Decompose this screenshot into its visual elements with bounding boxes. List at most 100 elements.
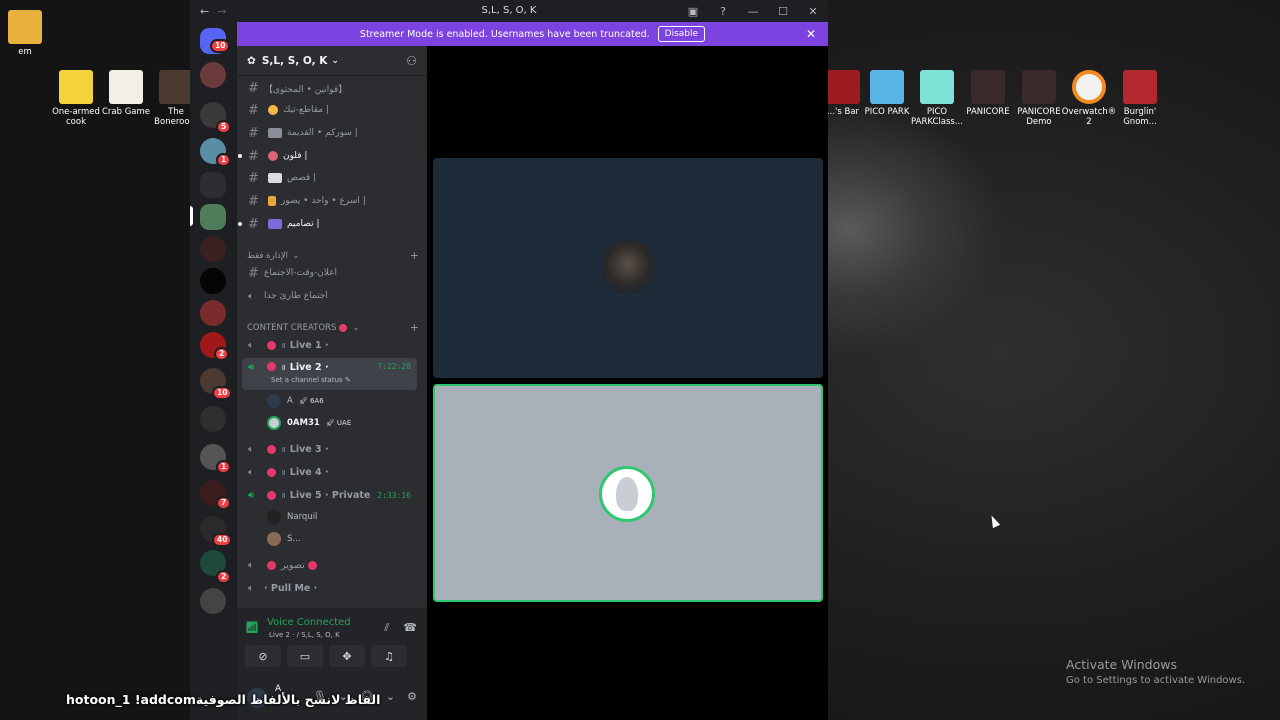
hash-icon: # <box>248 125 259 141</box>
participant-avatar <box>599 466 655 522</box>
participant-tile-speaking[interactable] <box>433 384 823 602</box>
voice-channel-live-4[interactable]: 🔈︎ ॥ Live 4 · <box>242 462 417 483</box>
add-channel-icon[interactable]: + <box>410 321 419 334</box>
voice-channel-live-1[interactable]: 🔈︎ ॥ Live 1 · <box>242 335 417 356</box>
voice-channel[interactable]: 🔈︎ اجتماع طارئ جدا <box>242 286 422 306</box>
inbox-icon[interactable]: ▣ <box>678 0 708 22</box>
server-header[interactable]: ✿ S,L, S, O, K ⌄ ⚇ <box>237 46 427 76</box>
voice-connection-panel: 📶︎ Voice Connected Live 2 · / S,L, S, O,… <box>237 608 427 678</box>
category-admin[interactable]: الإدارة فقط ⌄ + <box>247 249 419 262</box>
mouse-cursor <box>987 513 1001 529</box>
folder-icon[interactable] <box>200 172 226 198</box>
overwatch-icon <box>1072 70 1106 104</box>
user-tag: 🚀︎ 6A6 <box>298 397 324 405</box>
voice-panel-actions: ⫽ ☎ <box>384 621 417 635</box>
game-icon <box>109 70 143 104</box>
voice-connected-status[interactable]: Voice Connected <box>267 617 351 628</box>
emoji-icon <box>268 105 278 115</box>
discord-window: ← → S,L, S, O, K ▣ ? — ☐ ✕ 10 5 1 2 10 1 <box>190 0 828 720</box>
server-icon-current[interactable] <box>200 204 226 230</box>
server-icon[interactable] <box>200 300 226 326</box>
emoji-icon <box>268 128 282 138</box>
badge: 10 <box>210 39 231 53</box>
chevron-down-icon: ⌄ <box>292 250 300 261</box>
screen-share-icon[interactable]: ▭ <box>287 645 323 667</box>
chevron-down-icon[interactable]: ⌄ <box>386 690 395 703</box>
invite-people-icon[interactable]: ⚇ <box>406 54 417 68</box>
server-icon[interactable] <box>200 62 226 88</box>
help-icon[interactable]: ? <box>708 0 738 22</box>
hash-icon: # <box>248 102 259 118</box>
category-content-creators[interactable]: CONTENT CREATORS ⌄ + <box>247 321 419 334</box>
close-icon[interactable]: ✕ <box>798 0 828 22</box>
no-entry-icon <box>267 561 276 570</box>
selected-indicator <box>190 206 193 226</box>
unread-dot <box>238 222 242 226</box>
participant-tile[interactable] <box>433 158 823 378</box>
server-icon[interactable] <box>200 268 226 294</box>
pause-mark: ॥ <box>281 491 286 500</box>
soundboard-icon[interactable]: ♫ <box>371 645 407 667</box>
set-channel-status[interactable]: Set a channel status ✎ <box>271 376 351 384</box>
voice-channel-pull-me[interactable]: 🔈︎ · Pull Me · <box>242 578 417 599</box>
hash-icon: # <box>248 193 259 209</box>
book-icon <box>268 173 282 183</box>
text-channel-unread[interactable]: # تصاميم | <box>238 214 422 234</box>
server-icon[interactable] <box>200 236 226 262</box>
voice-channel-taswir[interactable]: 🔈︎ تصوير <box>242 555 417 576</box>
red-dot-icon <box>267 341 276 350</box>
hash-icon: # <box>248 170 259 186</box>
speaker-icon: 🔈︎ <box>248 583 254 594</box>
disable-streamer-mode-button[interactable]: Disable <box>657 26 706 42</box>
speaker-active-icon: 🔊︎ <box>248 490 255 501</box>
activities-icon[interactable]: ✥ <box>329 645 365 667</box>
badge: 10 <box>212 386 233 400</box>
camera-off-icon[interactable]: ⊘ <box>245 645 281 667</box>
activate-windows-watermark: Activate Windows Go to Settings to activ… <box>1066 657 1246 686</box>
desktop-icon-burglin-gnomes[interactable]: Burglin' Gnom... <box>1109 70 1171 127</box>
noise-suppression-icon[interactable]: ⫽ <box>384 621 389 635</box>
voice-channel-live-5[interactable]: 🔊︎ ॥ Live 5 · Private 2:33:16 <box>242 485 417 506</box>
server-badge-icon: ✿ <box>247 54 256 67</box>
badge: 7 <box>216 496 232 510</box>
voice-channel-live-3[interactable]: 🔈︎ ॥ Live 3 · <box>242 439 417 460</box>
text-channel[interactable]: # اعلان-وقت-الاجتماع <box>242 263 422 283</box>
avatar <box>267 394 281 408</box>
text-channel[interactable]: # 【قوانين • المحتوى】 <box>242 78 422 98</box>
voice-channel-path[interactable]: Live 2 · / S,L, S, O, K <box>269 631 340 639</box>
window-controls: ▣ ? — ☐ ✕ <box>678 0 828 22</box>
game-icon <box>1123 70 1157 104</box>
maximize-icon[interactable]: ☐ <box>768 0 798 22</box>
game-icon <box>59 70 93 104</box>
user-tag: 🚀︎ UAE <box>325 419 352 427</box>
text-channel[interactable]: # قصص | <box>242 168 422 188</box>
minimize-icon[interactable]: — <box>738 0 768 22</box>
voice-buttons: ⊘ ▭ ✥ ♫ <box>245 645 407 667</box>
red-dot-icon <box>339 323 348 332</box>
voice-user[interactable]: 0AM31 🚀︎ UAE <box>267 414 351 432</box>
pencil-icon: ✎ <box>344 376 351 384</box>
voice-user[interactable]: A 🚀︎ 6A6 <box>267 392 324 410</box>
add-channel-icon[interactable]: + <box>410 249 419 262</box>
disconnect-icon[interactable]: ☎ <box>403 621 417 635</box>
voice-user[interactable]: S... <box>267 530 301 548</box>
badge: 1 <box>216 460 232 474</box>
hash-icon: # <box>248 216 259 232</box>
voice-channel-live-2[interactable]: 🔊︎ ॥ Live 2 · 7:22:28 Set a channel stat… <box>242 358 417 390</box>
server-name: S,L, S, O, K <box>261 54 328 67</box>
channel-timer: 7:22:28 <box>377 362 411 371</box>
text-channel[interactable]: # اسرع • واحد • يصور | <box>242 191 422 211</box>
desktop-icon-folder[interactable]: em <box>0 10 56 57</box>
text-channel[interactable]: # سوركم • القديمة | <box>242 123 422 143</box>
game-icon <box>870 70 904 104</box>
text-channel-unread[interactable]: # فلون | <box>238 146 422 166</box>
gear-icon[interactable]: ⚙ <box>407 690 417 703</box>
pause-mark: ॥ <box>281 445 286 454</box>
server-icon[interactable] <box>200 406 226 432</box>
voice-user[interactable]: Narquil <box>267 508 317 526</box>
text-channel[interactable]: # مقاطع-تيك | <box>242 100 422 120</box>
close-icon[interactable]: ✕ <box>806 27 816 41</box>
no-entry-icon <box>307 561 317 570</box>
server-icon[interactable] <box>200 588 226 614</box>
red-dot-icon <box>267 491 276 500</box>
